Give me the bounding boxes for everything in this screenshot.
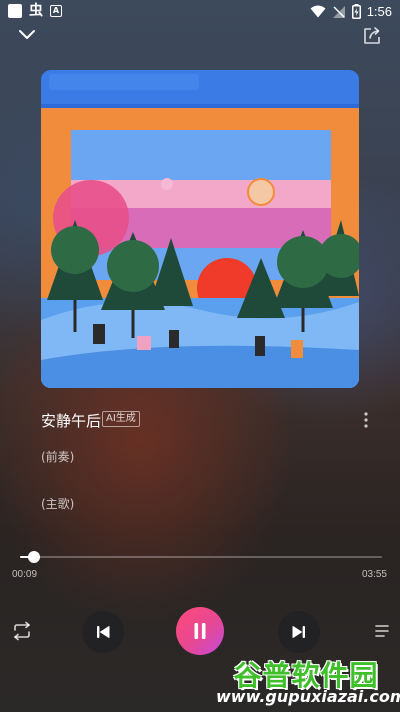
previous-button[interactable] (82, 611, 124, 653)
watermark-url: www.gupuxiazai.com (216, 687, 400, 706)
album-cover[interactable] (41, 70, 359, 388)
playlist-button[interactable] (374, 622, 390, 640)
skip-previous-icon (97, 626, 110, 638)
notification-square-icon (8, 4, 22, 18)
repeat-button[interactable] (10, 621, 34, 641)
pause-icon (194, 623, 206, 639)
bug-notification-icon: 虫 (29, 3, 43, 19)
share-icon (364, 27, 380, 44)
status-bar-right: 1:56 (310, 4, 392, 19)
a-notification-icon: A (50, 5, 62, 17)
wifi-icon (310, 5, 326, 18)
album-cover-art (41, 70, 359, 388)
share-button[interactable] (361, 25, 383, 47)
total-time: 03:55 (361, 569, 387, 580)
progress-thumb[interactable] (27, 551, 40, 563)
battery-icon (351, 4, 361, 19)
status-time: 1:56 (366, 4, 392, 19)
ai-generated-badge: AI生成 (102, 411, 140, 427)
collapse-button[interactable] (16, 26, 38, 44)
more-vertical-icon (364, 412, 368, 428)
repeat-icon (14, 621, 30, 641)
lyric-line[interactable]: (前奏) (41, 448, 74, 465)
next-button[interactable] (278, 611, 320, 653)
watermark: 谷普软件园 www.gupuxiazai.com (216, 654, 400, 710)
elapsed-time: 00:09 (12, 569, 38, 580)
chevron-down-icon (19, 30, 35, 39)
more-options-button[interactable] (358, 410, 374, 430)
skip-next-icon (292, 626, 305, 638)
status-bar-left: 虫 A (8, 4, 62, 18)
lyric-line[interactable]: (主歌) (41, 495, 74, 512)
progress-bar[interactable] (20, 551, 382, 563)
no-signal-icon (332, 5, 345, 18)
status-bar: 虫 A 1:56 (0, 0, 400, 24)
playlist-icon (375, 625, 389, 637)
song-title: 安静午后 (41, 412, 102, 430)
play-pause-button[interactable] (176, 607, 224, 655)
